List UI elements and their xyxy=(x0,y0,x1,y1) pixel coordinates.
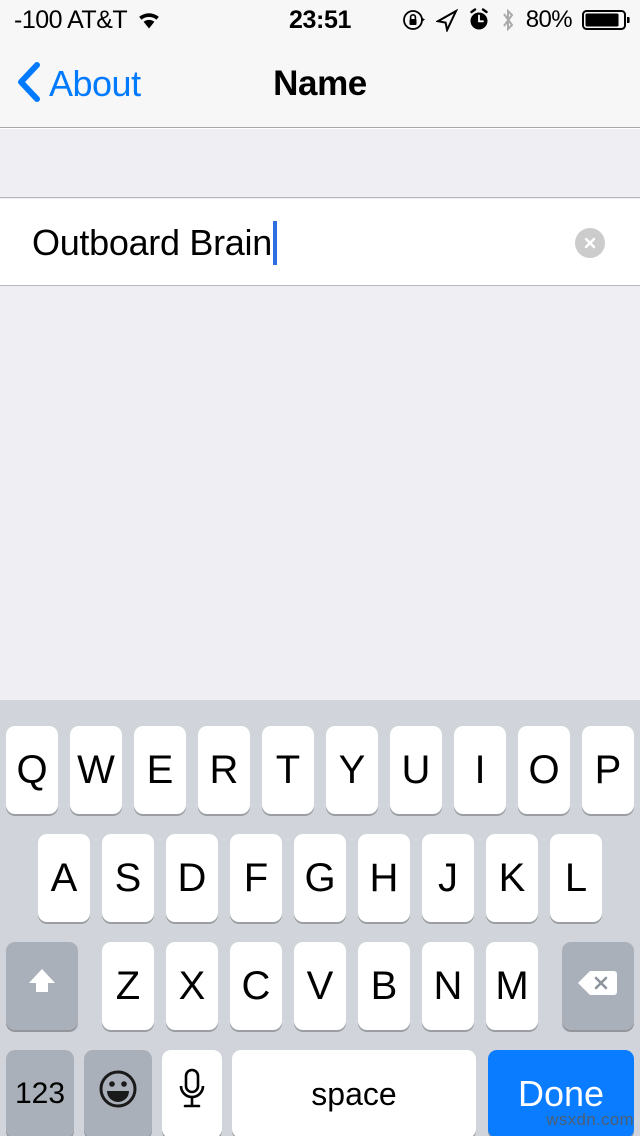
key-f[interactable]: F xyxy=(230,834,282,922)
key-o[interactable]: O xyxy=(518,726,570,814)
battery-icon xyxy=(582,8,630,32)
status-bar-right: 80% xyxy=(402,0,630,40)
navigation-bar: About Name xyxy=(0,40,640,128)
page-title: Name xyxy=(273,64,367,103)
delete-backspace-icon xyxy=(576,964,620,1009)
emoji-smiley-icon xyxy=(95,1066,141,1122)
key-q[interactable]: Q xyxy=(6,726,58,814)
key-t[interactable]: T xyxy=(262,726,314,814)
keyboard-row-3: Z X C V B N M xyxy=(0,942,640,1030)
onscreen-keyboard: Q W E R T Y U I O P A S D F G H J K L Z … xyxy=(0,700,640,1136)
table-section-gap xyxy=(0,129,640,198)
key-x[interactable]: X xyxy=(166,942,218,1030)
space-key[interactable]: space xyxy=(232,1050,476,1136)
keyboard-row-4: 123 space Done xyxy=(0,1050,640,1136)
key-e[interactable]: E xyxy=(134,726,186,814)
key-m[interactable]: M xyxy=(486,942,538,1030)
key-z[interactable]: Z xyxy=(102,942,154,1030)
key-u[interactable]: U xyxy=(390,726,442,814)
name-input[interactable]: Outboard Brain xyxy=(32,199,277,286)
key-p[interactable]: P xyxy=(582,726,634,814)
content-area: Outboard Brain xyxy=(0,129,640,700)
key-r[interactable]: R xyxy=(198,726,250,814)
empty-content-filler xyxy=(0,287,640,700)
rotation-lock-icon xyxy=(402,8,426,32)
key-l[interactable]: L xyxy=(550,834,602,922)
key-y[interactable]: Y xyxy=(326,726,378,814)
dictation-key[interactable] xyxy=(162,1050,222,1136)
key-n[interactable]: N xyxy=(422,942,474,1030)
delete-key[interactable] xyxy=(562,942,634,1030)
key-v[interactable]: V xyxy=(294,942,346,1030)
key-h[interactable]: H xyxy=(358,834,410,922)
done-key[interactable]: Done xyxy=(488,1050,634,1136)
iphone-screen: -100 AT&T 23:51 80% About Name Outboard … xyxy=(0,0,640,1136)
battery-percent-label: 80% xyxy=(525,6,573,33)
microphone-icon xyxy=(175,1066,209,1122)
clock-label: 23:51 xyxy=(289,5,351,34)
bluetooth-icon xyxy=(500,7,516,33)
key-c[interactable]: C xyxy=(230,942,282,1030)
clear-text-button[interactable] xyxy=(575,228,605,258)
key-i[interactable]: I xyxy=(454,726,506,814)
key-b[interactable]: B xyxy=(358,942,410,1030)
text-cursor xyxy=(272,220,277,265)
key-w[interactable]: W xyxy=(70,726,122,814)
name-input-value: Outboard Brain xyxy=(32,221,272,263)
shift-key[interactable] xyxy=(6,942,78,1030)
key-j[interactable]: J xyxy=(422,834,474,922)
keyboard-row-2: A S D F G H J K L xyxy=(0,834,640,922)
status-bar: -100 AT&T 23:51 80% xyxy=(0,0,640,40)
location-arrow-icon xyxy=(435,8,458,32)
numbers-key[interactable]: 123 xyxy=(6,1050,74,1136)
key-a[interactable]: A xyxy=(38,834,90,922)
alarm-clock-icon xyxy=(468,8,490,32)
name-field-cell[interactable]: Outboard Brain xyxy=(0,199,640,286)
key-k[interactable]: K xyxy=(486,834,538,922)
key-s[interactable]: S xyxy=(102,834,154,922)
key-g[interactable]: G xyxy=(294,834,346,922)
emoji-key[interactable] xyxy=(84,1050,152,1136)
shift-up-arrow-icon xyxy=(22,961,62,1011)
key-d[interactable]: D xyxy=(166,834,218,922)
keyboard-row-1: Q W E R T Y U I O P xyxy=(0,726,640,814)
